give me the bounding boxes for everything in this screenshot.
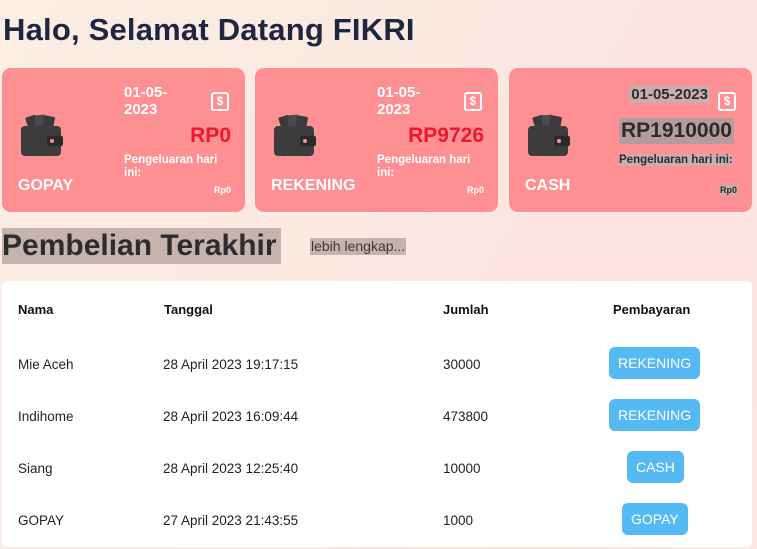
payment-badge[interactable]: REKENING xyxy=(609,347,701,379)
recent-purchases-table: Nama Tanggal Jumlah Pembayaran Mie Aceh … xyxy=(2,281,752,547)
section-title: Pembelian Terakhir xyxy=(2,228,281,264)
cell-jumlah: 473800 xyxy=(443,409,489,424)
dollar-sign-icon: $ xyxy=(211,92,229,111)
cell-jumlah: 10000 xyxy=(443,461,481,476)
table-row: Siang 28 April 2023 12:25:40 10000 CASH xyxy=(2,451,752,487)
cell-jumlah: 30000 xyxy=(443,357,481,372)
card-date: 01-05-2023 xyxy=(124,84,168,118)
cell-tanggal: 28 April 2023 16:09:44 xyxy=(163,409,299,424)
wallet-icon xyxy=(528,114,570,156)
payment-badge[interactable]: GOPAY xyxy=(622,503,688,535)
dollar-sign-icon: $ xyxy=(464,92,482,111)
payment-badge[interactable]: REKENING xyxy=(609,399,701,431)
cell-tanggal: 27 April 2023 21:43:55 xyxy=(163,513,299,528)
column-header-nama: Nama xyxy=(18,302,54,317)
balance-card-rekening[interactable]: REKENING 01-05-2023 $ RP9726 Pengeluaran… xyxy=(255,68,498,212)
cell-nama: Siang xyxy=(18,461,53,476)
table-row: Mie Aceh 28 April 2023 19:17:15 30000 RE… xyxy=(2,347,752,383)
column-header-jumlah: Jumlah xyxy=(443,302,489,317)
column-header-tanggal: Tanggal xyxy=(164,302,213,317)
table-row: GOPAY 27 April 2023 21:43:55 1000 GOPAY xyxy=(2,503,752,539)
wallet-icon xyxy=(274,114,316,156)
spend-value: Rp0 xyxy=(213,185,231,195)
spend-label-text: Pengeluaran hari ini: xyxy=(619,154,733,166)
cell-nama: Indihome xyxy=(18,409,74,424)
card-date: 01-05-2023 xyxy=(377,84,421,118)
cell-jumlah: 1000 xyxy=(443,513,474,528)
cell-nama: Mie Aceh xyxy=(18,357,74,372)
dollar-sign-icon: $ xyxy=(718,92,736,111)
cell-tanggal: 28 April 2023 19:17:15 xyxy=(163,357,299,372)
spend-label: Pengeluaran hari ini: xyxy=(377,154,471,179)
payment-badge[interactable]: CASH xyxy=(627,451,684,483)
card-balance: RP9726 xyxy=(408,124,484,147)
cell-tanggal: 28 April 2023 12:25:40 xyxy=(163,461,299,476)
cell-nama: GOPAY xyxy=(18,513,65,528)
card-balance: RP0 xyxy=(190,124,231,147)
table-row: Indihome 28 April 2023 16:09:44 473800 R… xyxy=(2,399,752,435)
spend-value: Rp0 xyxy=(466,185,484,195)
see-more-link[interactable]: lebih lengkap... xyxy=(310,238,407,255)
wallet-icon xyxy=(21,114,63,156)
spend-label: Pengeluaran hari ini: xyxy=(124,154,218,179)
card-name: GOPAY xyxy=(18,177,74,194)
balance-card-gopay[interactable]: GOPAY 01-05-2023 $ RP0 Pengeluaran hari … xyxy=(2,68,245,212)
card-name: CASH xyxy=(525,177,571,194)
column-header-pembayaran: Pembayaran xyxy=(613,302,691,317)
balance-card-cash[interactable]: CASH 01-05-2023 $ RP1910000 Pengeluaran … xyxy=(509,68,752,212)
balance-cards: GOPAY 01-05-2023 $ RP0 Pengeluaran hari … xyxy=(2,68,752,212)
spend-label: Pengeluaran hari ini: xyxy=(619,154,733,167)
card-balance: RP1910000 xyxy=(619,118,734,144)
card-date: 01-05-2023 xyxy=(629,86,710,103)
page-greeting: Halo, Selamat Datang FIKRI xyxy=(3,12,415,47)
spend-value: Rp0 xyxy=(718,185,738,195)
card-name: REKENING xyxy=(271,177,356,194)
